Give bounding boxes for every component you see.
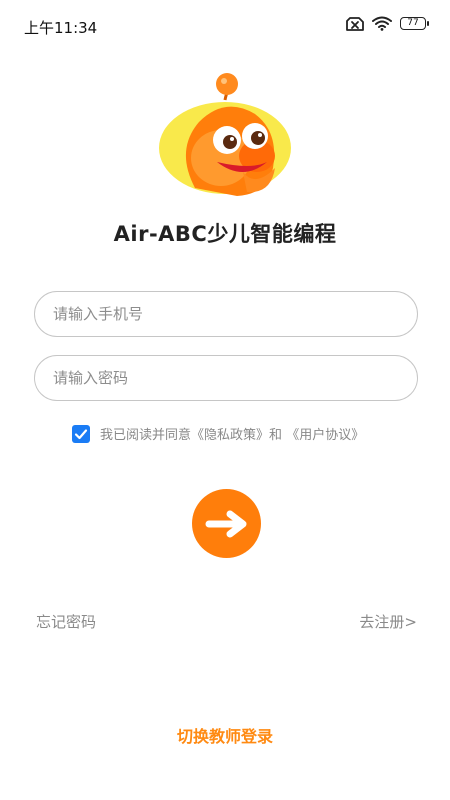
phone-input[interactable] <box>35 292 417 336</box>
agreement-row: 我已阅读并同意《隐私政策》和 《用户协议》 <box>72 424 364 443</box>
agreement-conjunction: 和 <box>269 428 283 443</box>
register-link[interactable]: 去注册> <box>359 611 417 632</box>
switch-teacher-login-link[interactable]: 切换教师登录 <box>0 723 450 747</box>
password-input[interactable] <box>35 356 417 400</box>
agreement-prefix: 我已阅读并同意 <box>100 428 192 443</box>
arrow-right-icon <box>205 510 246 537</box>
status-icons: 77 <box>346 16 429 31</box>
password-field[interactable] <box>34 355 418 401</box>
agreement-text: 我已阅读并同意《隐私政策》和 《用户协议》 <box>100 424 364 443</box>
app-title: Air-ABC少儿智能编程 <box>113 222 337 246</box>
no-sim-icon <box>346 16 364 31</box>
status-time: 上午11:34 <box>24 19 98 37</box>
battery-level: 77 <box>407 18 419 28</box>
agreement-checkbox[interactable] <box>72 424 90 443</box>
wifi-icon <box>372 16 392 31</box>
login-submit-button[interactable] <box>192 489 261 558</box>
check-icon <box>74 428 88 439</box>
mascot-logo <box>155 70 297 200</box>
status-bar: 上午11:34 77 <box>0 0 450 52</box>
phone-field[interactable] <box>34 291 418 337</box>
battery-icon: 77 <box>400 17 429 30</box>
user-agreement-link[interactable]: 《用户协议》 <box>286 428 364 443</box>
forgot-password-link[interactable]: 忘记密码 <box>36 611 96 632</box>
privacy-policy-link[interactable]: 《隐私政策》 <box>191 428 269 443</box>
